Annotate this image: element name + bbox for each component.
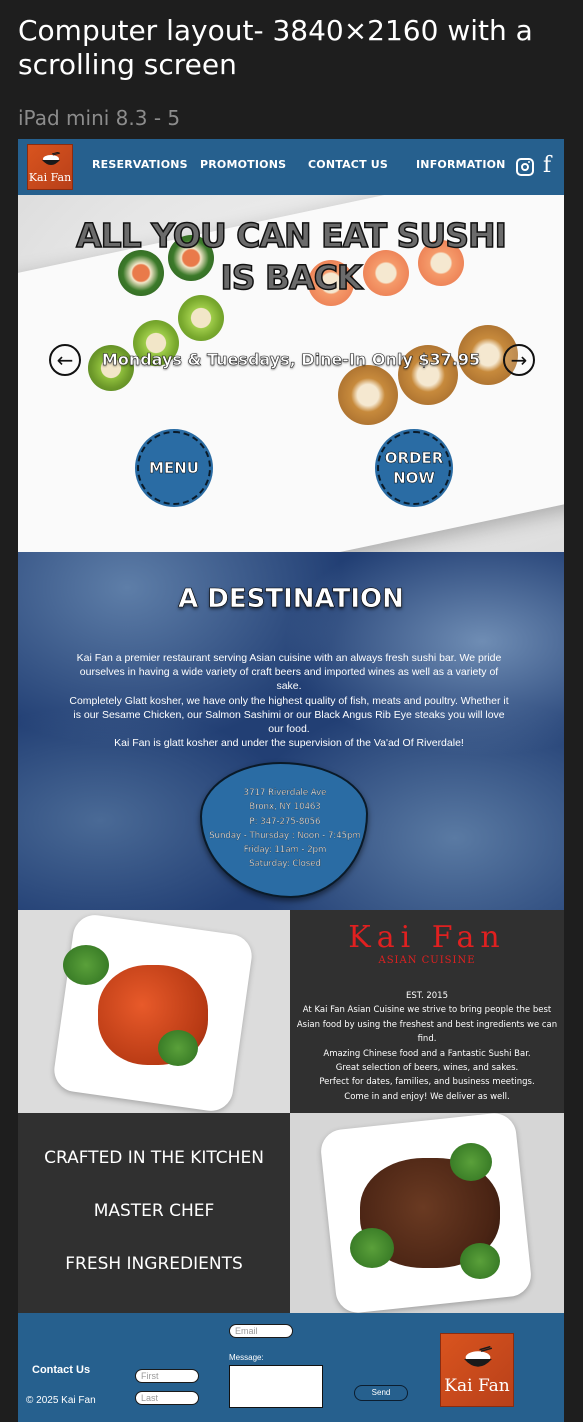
destination-paragraph: Kai Fan a premier restaurant serving Asi… [76, 652, 502, 693]
frame-label: iPad mini 8.3 - 5 [18, 106, 181, 130]
nav-information[interactable]: INFORMATION [416, 158, 506, 171]
footer: Contact Us © 2025 Kai Fan Email First La… [18, 1313, 564, 1422]
hero-subheadline: Mondays & Tuesdays, Dine-In Only $37.95 [101, 350, 481, 370]
broccoli [158, 1030, 198, 1066]
destination-body: Kai Fan a premier restaurant serving Asi… [68, 651, 510, 750]
about-body: EST. 2015 At Kai Fan Asian Cuisine we st… [294, 989, 560, 1104]
broccoli [450, 1143, 492, 1181]
order-now-label: ORDER NOW [384, 449, 444, 488]
broccoli [350, 1228, 394, 1268]
destination-section: A DESTINATION Kai Fan a premier restaura… [18, 552, 564, 910]
nav-promotions[interactable]: PROMOTIONS [200, 158, 286, 171]
broccoli [63, 945, 109, 985]
menu-button[interactable]: MENU [137, 431, 211, 505]
crafted-line: MASTER CHEF [93, 1201, 215, 1221]
first-name-field[interactable]: First [135, 1369, 199, 1383]
about-logo-subtitle: ASIAN CUISINE [378, 955, 476, 966]
email-field[interactable]: Email [229, 1324, 293, 1338]
about-line: Amazing Chinese food and a Fantastic Sus… [323, 1048, 531, 1059]
logo-text: Kai Fan [28, 171, 72, 184]
nav-contact-us[interactable]: CONTACT US [308, 158, 388, 171]
facebook-icon[interactable]: f [543, 154, 551, 178]
broccoli [460, 1243, 500, 1279]
about-line: EST. 2015 [406, 991, 448, 1001]
about-line: Great selection of beers, wines, and sak… [335, 1063, 519, 1074]
last-name-field[interactable]: Last [135, 1391, 199, 1405]
message-field[interactable] [229, 1365, 323, 1408]
beef-broccoli-image [290, 1113, 564, 1313]
send-button[interactable]: Send [354, 1385, 408, 1401]
sushi-roll-crunch [338, 365, 398, 425]
hero-headline: ALL YOU CAN EAT SUSHI IS BACK [75, 215, 507, 298]
destination-title: A DESTINATION [178, 584, 404, 615]
about-line: Come in and enjoy! We deliver as well. [344, 1091, 510, 1102]
sesame-chicken-image [18, 910, 290, 1113]
message-label: Message: [229, 1353, 264, 1362]
sushi-roll-green [178, 295, 224, 341]
destination-paragraph: Kai Fan is glatt kosher and under the su… [114, 737, 464, 750]
about-panel: Kai Fan ASIAN CUISINE EST. 2015 At Kai F… [290, 910, 564, 1113]
figma-canvas-title: Computer layout- 3840×2160 with a scroll… [18, 14, 533, 81]
city-line: Bronx, NY 10463 [249, 802, 321, 813]
hero-carousel: ALL YOU CAN EAT SUSHI IS BACK Mondays & … [18, 195, 564, 552]
carousel-prev-arrow-icon[interactable]: ← [49, 344, 81, 376]
about-line: Perfect for dates, families, and busines… [319, 1077, 535, 1088]
crafted-line: FRESH INGREDIENTS [65, 1254, 243, 1274]
ipad-frame: Kai Fan RESERVATIONS PROMOTIONS CONTACT … [18, 139, 564, 1422]
destination-paragraph: Completely Glatt kosher, we have only th… [69, 694, 509, 736]
hours-sun-thu: Sunday - Thursday : Noon - 7:45pm [209, 830, 361, 841]
about-logo: Kai Fan [348, 920, 506, 955]
footer-logo-text: Kai Fan [444, 1376, 510, 1396]
footer-contact-label: Contact Us [32, 1364, 91, 1376]
hours-saturday: Saturday: Closed [249, 859, 321, 870]
logo[interactable]: Kai Fan [27, 144, 73, 190]
top-nav: Kai Fan RESERVATIONS PROMOTIONS CONTACT … [18, 139, 564, 195]
instagram-icon[interactable] [516, 158, 534, 176]
carousel-next-arrow-icon[interactable]: → [503, 344, 535, 376]
footer-logo[interactable]: Kai Fan [440, 1333, 514, 1407]
crafted-panel: CRAFTED IN THE KITCHEN MASTER CHEF FRESH… [18, 1113, 290, 1313]
order-now-button[interactable]: ORDER NOW [377, 431, 451, 505]
location-hours: 3717 Riverdale Ave Bronx, NY 10463 P: 34… [208, 786, 362, 872]
crafted-line: CRAFTED IN THE KITCHEN [44, 1148, 264, 1168]
about-line: At Kai Fan Asian Cuisine we strive to br… [296, 1005, 558, 1045]
nav-reservations[interactable]: RESERVATIONS [92, 158, 188, 171]
footer-copyright: © 2025 Kai Fan [26, 1395, 96, 1406]
menu-button-label: MENU [149, 459, 199, 478]
rice-bowl-icon [42, 152, 61, 165]
rice-bowl-icon [464, 1346, 493, 1367]
phone-line[interactable]: P: 347-275-8056 [208, 815, 362, 829]
address-line: 3717 Riverdale Ave [243, 788, 327, 798]
hours-friday: Friday: 11am - 2pm [243, 845, 327, 856]
